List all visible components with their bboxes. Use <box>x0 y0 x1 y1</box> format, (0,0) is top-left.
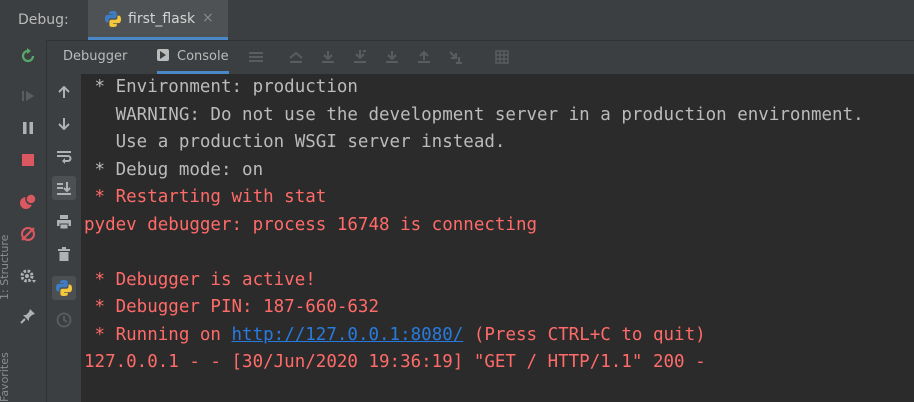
debug-session-tab[interactable]: first_flask × <box>88 0 228 40</box>
debug-label: Debug: <box>18 12 69 28</box>
arrow-down-icon[interactable] <box>52 112 76 136</box>
running-suffix: (Press CTRL+C to quit) <box>463 325 706 345</box>
view-breakpoints-icon[interactable] <box>16 190 40 214</box>
trash-icon[interactable] <box>52 242 76 266</box>
soft-wrap-icon[interactable] <box>52 144 76 168</box>
scroll-to-end-icon[interactable] <box>52 176 76 200</box>
clock-icon[interactable] <box>52 308 76 332</box>
console-icon <box>157 49 169 61</box>
run-to-cursor-icon[interactable] <box>445 46 467 68</box>
debug-tool-window-header: Debug: first_flask × <box>10 0 914 41</box>
python-console-icon[interactable] <box>52 276 76 300</box>
step-out-icon[interactable] <box>413 46 435 68</box>
console-line: WARNING: Do not use the development serv… <box>84 105 864 125</box>
close-icon[interactable]: × <box>202 10 214 26</box>
arrow-up-icon[interactable] <box>52 80 76 104</box>
evaluate-expression-icon[interactable] <box>491 46 513 68</box>
console-line-running: * Running on http://127.0.0.1:8080/ (Pre… <box>84 324 706 346</box>
console-side-toolbar <box>47 74 81 402</box>
console-line: * Debugger is active! <box>84 270 316 290</box>
settings-icon[interactable] <box>16 264 40 288</box>
session-tab-label: first_flask <box>128 11 196 27</box>
tab-console[interactable]: Console <box>157 41 229 74</box>
step-over-icon[interactable] <box>317 46 339 68</box>
tab-console-label: Console <box>177 49 229 64</box>
show-execution-point-icon[interactable] <box>285 46 307 68</box>
console-line: * Environment: production <box>84 77 358 97</box>
mute-breakpoints-icon[interactable] <box>16 222 40 246</box>
tab-debugger[interactable]: Debugger <box>63 41 127 72</box>
running-prefix: * Running on <box>84 325 232 345</box>
resume-icon[interactable] <box>16 84 40 108</box>
pause-icon[interactable] <box>16 116 40 140</box>
print-icon[interactable] <box>52 210 76 234</box>
console-line: * Debug mode: on <box>84 160 264 180</box>
stop-icon[interactable] <box>16 148 40 172</box>
console-line: 127.0.0.1 - - [30/Jun/2020 19:36:19] "GE… <box>84 352 706 372</box>
menu-lines-icon[interactable] <box>245 46 267 68</box>
console-line: * Restarting with stat <box>84 187 327 207</box>
console-toolbar: Debugger Console <box>47 41 914 74</box>
rerun-icon[interactable] <box>16 44 40 68</box>
console-line: pydev debugger: process 16748 is connect… <box>84 215 538 235</box>
step-into-icon[interactable] <box>349 46 371 68</box>
console-output[interactable]: * Environment: production WARNING: Do no… <box>84 74 914 402</box>
debug-actions-toolbar <box>10 40 47 402</box>
pin-icon[interactable] <box>16 304 40 328</box>
console-line: * Debugger PIN: 187-660-632 <box>84 297 380 317</box>
python-icon <box>105 11 121 27</box>
console-line: Use a production WSGI server instead. <box>84 132 506 152</box>
server-url-link[interactable]: http://127.0.0.1:8080/ <box>232 325 464 345</box>
step-into-my-code-icon[interactable] <box>381 46 403 68</box>
